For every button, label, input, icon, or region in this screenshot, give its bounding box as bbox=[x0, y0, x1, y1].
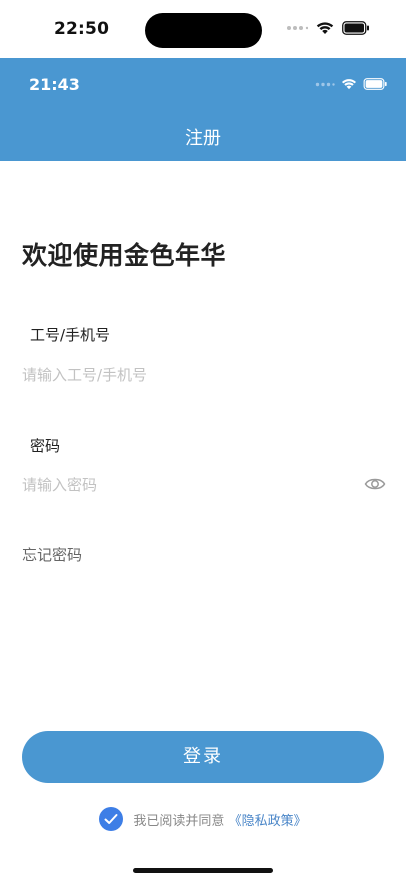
forgot-password-link[interactable]: 忘记密码 bbox=[22, 544, 82, 565]
dynamic-island bbox=[145, 13, 262, 48]
wifi-icon bbox=[316, 22, 334, 34]
agreement-text: 我已阅读并同意 bbox=[133, 813, 225, 829]
device-status-icons bbox=[286, 21, 370, 35]
device-status-bar: 22:50 bbox=[0, 0, 406, 58]
account-input[interactable] bbox=[22, 361, 384, 389]
battery-icon bbox=[342, 21, 369, 35]
app-status-time: 21:43 bbox=[29, 75, 80, 94]
signal-dots-icon bbox=[315, 82, 335, 86]
page-title: 注册 bbox=[185, 128, 221, 149]
password-input[interactable] bbox=[22, 471, 352, 499]
password-label: 密码 bbox=[30, 437, 61, 455]
battery-icon bbox=[363, 78, 387, 90]
signal-dots-icon bbox=[287, 26, 308, 30]
agreement-row: 我已阅读并同意 《隐私政策》 bbox=[0, 806, 406, 832]
app-status-icons bbox=[315, 78, 388, 90]
wifi-icon bbox=[341, 79, 357, 90]
login-button[interactable]: 登录 bbox=[22, 731, 384, 783]
app-header: 21:43 注册 bbox=[0, 58, 406, 161]
eye-icon[interactable] bbox=[364, 475, 386, 493]
account-label: 工号/手机号 bbox=[30, 326, 111, 344]
privacy-policy-link[interactable]: 《隐私政策》 bbox=[229, 814, 307, 829]
device-time: 22:50 bbox=[54, 19, 110, 39]
welcome-heading: 欢迎使用金色年华 bbox=[22, 241, 227, 270]
checkmark-icon bbox=[104, 814, 118, 824]
agreement-checkbox[interactable] bbox=[99, 807, 124, 831]
home-indicator bbox=[133, 868, 273, 873]
